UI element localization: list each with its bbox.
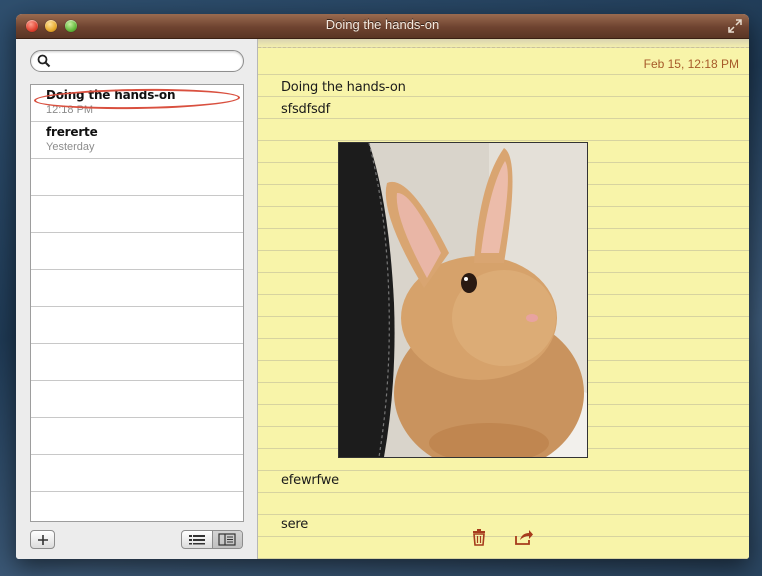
fullscreen-icon[interactable] bbox=[727, 18, 743, 34]
rabbit-photo-illustration bbox=[339, 143, 587, 457]
list-view-button[interactable] bbox=[182, 531, 213, 548]
note-list-item-selected[interactable]: Doing the hands-on 12:18 PM bbox=[31, 85, 243, 122]
notes-list: Doing the hands-on 12:18 PM frererte Yes… bbox=[30, 84, 244, 522]
window-title: Doing the hands-on bbox=[325, 17, 440, 32]
split-view-icon bbox=[218, 533, 236, 546]
notes-sidebar: Doing the hands-on 12:18 PM frererte Yes… bbox=[16, 39, 258, 559]
note-item-date: Yesterday bbox=[46, 141, 95, 153]
note-list-item[interactable]: frererte Yesterday bbox=[31, 122, 243, 159]
search-icon bbox=[37, 54, 51, 68]
note-attached-photo[interactable] bbox=[338, 142, 588, 458]
note-date: Feb 15, 12:18 PM bbox=[643, 57, 739, 71]
list-view-icon bbox=[189, 535, 205, 545]
notes-window: Doing the hands-on Doing the hands-on 12… bbox=[16, 14, 749, 559]
note-line: Doing the hands-on bbox=[281, 80, 406, 95]
note-line: sfsdfsdf bbox=[281, 102, 330, 117]
note-editor[interactable]: Feb 15, 12:18 PM Doing the hands-on sfsd… bbox=[258, 39, 749, 559]
note-item-title: frererte bbox=[46, 125, 98, 139]
search-field[interactable] bbox=[30, 50, 244, 72]
sidebar-bottom-bar bbox=[16, 527, 257, 559]
add-note-button[interactable] bbox=[30, 530, 55, 549]
trash-icon[interactable] bbox=[470, 528, 488, 546]
split-view-button[interactable] bbox=[213, 531, 242, 548]
view-mode-toggle[interactable] bbox=[181, 530, 243, 549]
title-bar[interactable]: Doing the hands-on bbox=[16, 14, 749, 39]
search-input[interactable] bbox=[55, 52, 239, 70]
note-line: sere bbox=[281, 517, 309, 532]
paper-torn-edge bbox=[258, 39, 749, 48]
note-line: efewrfwe bbox=[281, 473, 339, 488]
share-icon[interactable] bbox=[514, 528, 534, 546]
plus-icon bbox=[37, 535, 48, 545]
